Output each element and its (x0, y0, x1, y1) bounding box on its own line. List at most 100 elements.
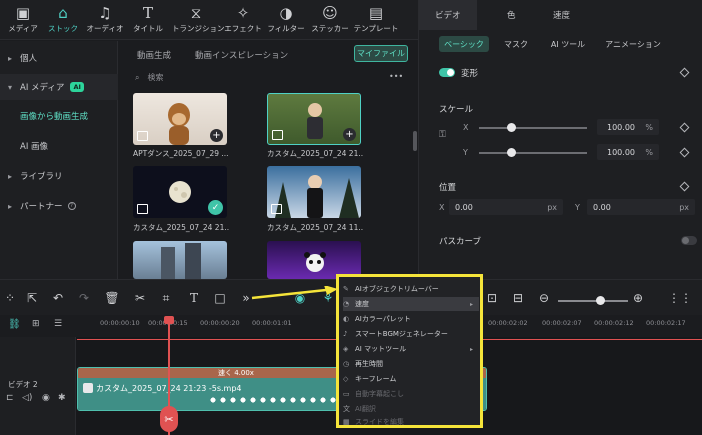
grid-icon[interactable]: ⁘ (2, 291, 18, 305)
menu-duration[interactable]: ◷ 再生時間 (343, 357, 479, 371)
toolbar-media[interactable]: ▣ メディア (2, 3, 44, 34)
keyframe-diamond-icon[interactable] (679, 67, 690, 78)
menu-smart-bgm[interactable]: ♪ スマートBGMジェネレーター (343, 327, 479, 341)
context-menu: ✎ AIオブジェクトリムーバー ◔ 速度 ▸ ◐ AIカラーパレット ♪ スマー… (336, 274, 483, 428)
redo-icon[interactable]: ↷ (76, 291, 92, 305)
zoom-in-icon[interactable]: ⊕ (630, 291, 646, 305)
toolbar-filter[interactable]: ◑ フィルター (265, 3, 307, 34)
menu-speed[interactable]: ◔ 速度 ▸ (343, 297, 479, 311)
scale-x-input[interactable]: 100.00 % (597, 119, 659, 135)
menu-ai-color-palette[interactable]: ◐ AIカラーパレット (343, 312, 479, 326)
volume-icon[interactable]: ◁) (22, 393, 32, 403)
zoom-slider[interactable] (558, 300, 628, 302)
tab-color[interactable]: 色 (507, 9, 516, 21)
crop-icon[interactable]: ⌗ (158, 291, 174, 305)
select-tool-icon[interactable]: ⇱ (24, 291, 40, 305)
sticker-icon: ☺ (322, 4, 338, 22)
my-files-button[interactable]: マイファイル (354, 45, 408, 62)
position-label: 位置 (439, 183, 457, 193)
effects-icon[interactable]: ✱ (58, 393, 66, 403)
zoom-out-icon[interactable]: ⊖ (536, 291, 552, 305)
speed-label: 速く 4.00x (218, 369, 254, 377)
tab-speed[interactable]: 速度 (553, 9, 570, 21)
media-thumb-4[interactable] (267, 166, 361, 218)
link-lock-icon[interactable]: ⚿ (439, 130, 446, 140)
media-thumb-5[interactable] (133, 241, 227, 279)
nav-ai-media[interactable]: ▾ AI メディア AI (0, 74, 118, 100)
keyframe-diamond-icon[interactable] (679, 181, 690, 192)
media-thumb-2[interactable]: + (267, 93, 361, 145)
scale-y-slider[interactable] (479, 152, 587, 154)
nav-partner[interactable]: ▸ パートナー ? (0, 193, 118, 219)
menu-ai-translate[interactable]: 文 AI翻訳 (343, 402, 479, 416)
video-icon (271, 204, 282, 214)
folder-icon[interactable]: ⊏ (6, 393, 14, 403)
subtab-basic[interactable]: ベーシック (439, 36, 489, 52)
scale-label: スケール (439, 105, 474, 115)
split-icon[interactable]: ✂ (132, 291, 148, 305)
media-scrollbar[interactable] (413, 131, 417, 151)
menu-auto-captions[interactable]: ▭ 自動字幕起こし (343, 387, 479, 401)
toolbar-template[interactable]: ▤ テンプレート (352, 3, 400, 34)
position-x-label: X (439, 203, 445, 212)
chevron-right-icon: ▸ (8, 201, 13, 211)
settings-grid-icon[interactable]: ⋮⋮ (668, 291, 692, 305)
text-icon[interactable]: T (186, 291, 202, 305)
position-y-label: Y (575, 203, 580, 212)
subtab-mask[interactable]: マスク (499, 36, 533, 52)
subtab-ai-tools[interactable]: AI ツール (545, 36, 591, 52)
scale-y-slider-knob[interactable] (506, 148, 516, 157)
scale-x-slider-knob[interactable] (506, 123, 516, 132)
tab-video-generation[interactable]: 動画生成 (137, 49, 171, 61)
nav-personal[interactable]: ▸ 個人 (0, 45, 118, 71)
link-icon[interactable]: ⛓ (8, 319, 21, 330)
media-thumb-3[interactable]: ✓ (133, 166, 227, 218)
rectangle-icon[interactable]: □ (212, 291, 228, 305)
scissors-icon[interactable]: ✂ (160, 406, 178, 432)
toolbar-transition[interactable]: ⧖ トランジション (172, 3, 225, 34)
add-icon[interactable]: + (343, 128, 356, 141)
keyframe-diamond-icon[interactable] (679, 122, 690, 133)
submenu-arrow-icon: ▸ (469, 300, 473, 308)
more-options-icon[interactable]: ••• (389, 72, 403, 81)
media-thumb-1[interactable]: + (133, 93, 227, 145)
toolbar-audio[interactable]: ♫ オーディオ (84, 3, 126, 34)
scale-y-input[interactable]: 100.00 % (597, 144, 659, 160)
path-curve-toggle[interactable] (681, 236, 697, 245)
toolbar-title[interactable]: T タイトル (127, 3, 169, 34)
eye-icon[interactable]: ◉ (42, 393, 50, 403)
nav-image-to-video[interactable]: 画像から動画生成 (0, 103, 118, 129)
search-row[interactable]: ⌕ 検索 (135, 72, 163, 83)
nav-ai-image[interactable]: AI 画像 (0, 133, 118, 159)
scale-x-slider[interactable] (479, 127, 587, 129)
playhead-handle[interactable] (164, 316, 174, 324)
delete-icon[interactable]: 🗑 (104, 291, 120, 305)
keyframe-diamond-icon[interactable] (679, 147, 690, 158)
title-icon: T (142, 4, 153, 22)
toolbar-sticker[interactable]: ☺ ステッカー (309, 3, 351, 34)
menu-ai-object-remover[interactable]: ✎ AIオブジェクトリムーバー (343, 282, 479, 296)
position-x-input[interactable]: 0.00 px (449, 199, 563, 215)
nav-library[interactable]: ▸ ライブラリ (0, 163, 118, 189)
search-input[interactable]: 検索 (147, 72, 163, 83)
zoom-slider-knob[interactable] (596, 296, 605, 305)
snap-icon[interactable]: ⊞ (32, 319, 40, 329)
transform-toggle[interactable] (439, 68, 455, 77)
undo-icon[interactable]: ↶ (50, 291, 66, 305)
toolbar-stock[interactable]: ⌂ ストック (42, 3, 84, 34)
menu-edit-slide[interactable]: ▦ スライドを編集 (343, 415, 479, 429)
add-icon[interactable]: + (210, 129, 223, 142)
subtab-animation[interactable]: アニメーション (603, 36, 663, 52)
tick-label: 00:00:02:17 (646, 319, 686, 327)
track-icon[interactable]: ☰ (54, 319, 62, 329)
tab-video[interactable]: ビデオ (435, 9, 461, 21)
menu-keyframe[interactable]: ◇ キーフレーム (343, 372, 479, 386)
position-y-input[interactable]: 0.00 px (587, 199, 695, 215)
stock-icon: ⌂ (58, 4, 68, 22)
menu-ai-matte[interactable]: ◈ AI マットツール ▸ (343, 342, 479, 356)
fit-icon[interactable]: ⊟ (510, 291, 526, 305)
toolbar-effect[interactable]: ✧ エフェクト (222, 3, 264, 34)
video-icon (137, 204, 148, 214)
render-icon[interactable]: ⊡ (484, 291, 500, 305)
tab-video-inspiration[interactable]: 動画インスピレーション (195, 49, 288, 61)
